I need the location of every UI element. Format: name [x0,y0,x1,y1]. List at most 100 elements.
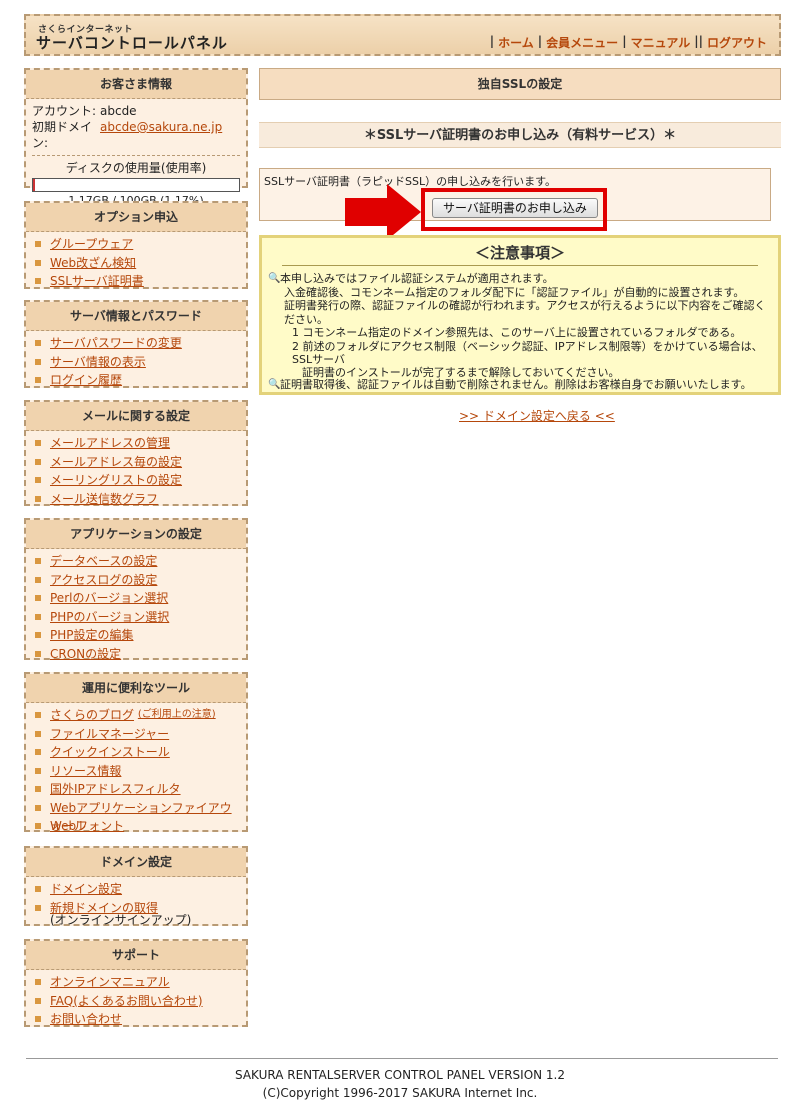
sidebar-item-domain-settings[interactable]: ドメイン設定 [32,880,240,899]
bullet-icon [35,278,41,284]
bullet-icon [35,377,41,383]
sidebar-item-ssl-cert[interactable]: SSLサーバ証明書 [32,272,240,291]
header: さくらインターネット サーバコントロールパネル | ホーム | 会員メニュー | マニ… [24,14,781,56]
nav-member-menu[interactable]: 会員メニュー [542,34,622,51]
domain-label: 初期ドメイン: [32,120,93,150]
bullet-icon [35,259,41,266]
section-title: ＊SSLサーバ証明書のお申し込み（有料サービス）＊ [259,122,781,148]
sidebar-item-quick-install[interactable]: クイックインストール [32,743,240,762]
bullet-icon [35,823,41,829]
notice-title: ＜注意事項＞ [474,244,565,262]
options-title: オプション申込 [26,203,246,232]
bullet-icon [35,997,41,1004]
bullet-icon [35,650,41,657]
sidebar-item-database[interactable]: データベースの設定 [32,552,240,571]
server-info-title: サーバ情報とパスワード [26,302,246,331]
sidebar-item-php-version[interactable]: PHPのバージョン選択 [32,608,240,627]
customer-info-title: お客さま情報 [26,70,246,99]
server-info-box: サーバ情報とパスワード サーバパスワードの変更 サーバ情報の表示 ログイン履歴 [24,300,248,388]
sidebar-item-change-password[interactable]: サーバパスワードの変更 [32,334,240,353]
bullet-icon [35,804,41,811]
account-label: アカウント: [32,104,97,118]
notice-line-3: 証明書発行の際、認証ファイルの確認が行われます。アクセスが行えるように以下内容を… [284,299,766,326]
notice-box: ＜注意事項＞ 🔍 本申し込みではファイル認証システムが適用されます。 入金確認後、… [259,235,781,395]
bullet-icon [35,595,41,601]
bullet-icon [35,358,41,365]
logo[interactable]: サーバコントロールパネル [36,32,228,53]
options-box: オプション申込 グループウェア Web改ざん検知 SSLサーバ証明書 [24,201,248,289]
nav-home[interactable]: ホーム [494,34,538,51]
sidebar-item-faq[interactable]: FAQ(よくあるお問い合わせ) [32,992,240,1011]
blog-note-link[interactable]: (ご利用上の注意) [138,706,216,724]
bullet-icon [35,613,41,620]
back-to-domain-link[interactable]: >> ドメイン設定へ戻る << [459,407,615,424]
notice-line-7: 証明書取得後、認証ファイルは自動で削除されません。削除はお客様自身でお願いいたし… [280,377,752,391]
sidebar-item-sakura-blog[interactable]: さくらのブログ (ご利用上の注意) [32,706,240,725]
tools-title: 運用に便利なツール [26,674,246,703]
sidebar-item-new-domain[interactable]: 新規ドメインの取得 (オンラインサインアップ) [32,899,240,931]
domain-link[interactable]: abcde@sakura.ne.jp [100,119,222,151]
sidebar-item-mail-address[interactable]: メールアドレスの管理 [32,434,240,453]
bullet-icon [35,477,41,483]
nav-logout[interactable]: ログアウト [703,34,771,51]
mail-title: メールに関する設定 [26,402,246,431]
nav-manual[interactable]: マニュアル [627,34,695,51]
highlight-box [421,188,607,231]
disk-usage-fill [33,179,36,191]
info-icon: 🔍 [268,273,281,284]
sidebar-item-ip-filter[interactable]: 国外IPアドレスフィルタ [32,780,240,799]
domain-box: ドメイン設定 ドメイン設定 新規ドメインの取得 (オンラインサインアップ) [24,846,248,926]
header-nav: | ホーム | 会員メニュー | マニュアル || ログアウト [490,34,771,51]
bullet-icon [35,1016,41,1022]
sidebar-item-waf[interactable]: Webアプリケーションファイアウォール [32,799,240,833]
notice-line-4: 1 コモンネーム指定のドメイン参照先は、このサーバ上に設置されているフォルダであ… [292,326,742,339]
notice-line-5: 2 前述のフォルダにアクセス制限（ベーシック認証、IPアドレス制限等）をかけてい… [292,339,763,367]
bullet-icon [35,576,41,583]
domain-title: ドメイン設定 [26,848,246,877]
sidebar-item-contact[interactable]: お問い合わせ [32,1010,240,1029]
sidebar-item-access-log[interactable]: アクセスログの設定 [32,571,240,590]
sidebar-item-resource-info[interactable]: リソース情報 [32,762,240,781]
sidebar-item-php-config[interactable]: PHP設定の編集 [32,626,240,645]
sidebar-item-file-manager[interactable]: ファイルマネージャー [32,725,240,744]
sidebar-item-groupware[interactable]: グループウェア [32,235,240,254]
customer-info-box: お客さま情報 アカウント: abcde 初期ドメイン: abcde@sakura.n… [24,68,248,207]
support-box: サポート オンラインマニュアル FAQ(よくあるお問い合わせ) お問い合わせ [24,939,248,1027]
sidebar-item-server-info[interactable]: サーバ情報の表示 [32,353,240,372]
bullet-icon [35,495,41,502]
footer-version: SAKURA RENTALSERVER CONTROL PANEL VERSIO… [234,1068,566,1082]
tools-box: 運用に便利なツール さくらのブログ (ご利用上の注意) ファイルマネージャー ク… [24,672,248,833]
bullet-icon [35,632,41,638]
bullet-icon [35,730,41,737]
mail-box: メールに関する設定 メールアドレスの管理 メールアドレス毎の設定 メーリングリス… [24,400,248,506]
sidebar-item-web-tamper-detection[interactable]: Web改ざん検知 [32,254,240,273]
disk-usage-title: ディスクの使用量(使用率) [65,161,207,175]
support-title: サポート [26,941,246,970]
bullet-icon [35,440,41,446]
apps-box: アプリケーションの設定 データベースの設定 アクセスログの設定 Perlのバージ… [24,518,248,661]
notice-line-1: 本申し込みではファイル認証システムが適用されます。 [280,272,554,285]
sidebar-item-mail-graph[interactable]: メール送信数グラフ [32,490,240,509]
footer-divider [26,1058,778,1059]
sidebar-item-login-history[interactable]: ログイン履歴 [32,371,240,390]
info-icon: 🔍 [268,378,281,390]
bullet-icon [35,886,41,892]
new-domain-sub: (オンラインサインアップ) [50,912,192,927]
bullet-icon [35,749,41,755]
red-arrow-icon [345,184,421,240]
bullet-icon [35,786,41,792]
sidebar-item-mailing-list[interactable]: メーリングリストの設定 [32,471,240,490]
account-value: abcde [100,104,137,118]
bullet-icon [35,340,41,346]
sidebar-item-perl-version[interactable]: Perlのバージョン選択 [32,589,240,608]
apps-title: アプリケーションの設定 [26,520,246,549]
sidebar-item-online-manual[interactable]: オンラインマニュアル [32,973,240,992]
notice-line-6: 証明書のインストールが完了するまで解除しておいてください。 [302,365,620,379]
footer-copyright: (C)Copyright 1996-2017 SAKURA Internet I… [262,1086,538,1100]
bullet-icon [35,712,41,718]
bullet-icon [35,241,41,247]
sidebar-item-cron[interactable]: CRONの設定 [32,645,240,664]
sidebar-item-mail-settings[interactable]: メールアドレス毎の設定 [32,453,240,472]
bullet-icon [35,904,41,911]
bullet-icon [35,458,41,465]
